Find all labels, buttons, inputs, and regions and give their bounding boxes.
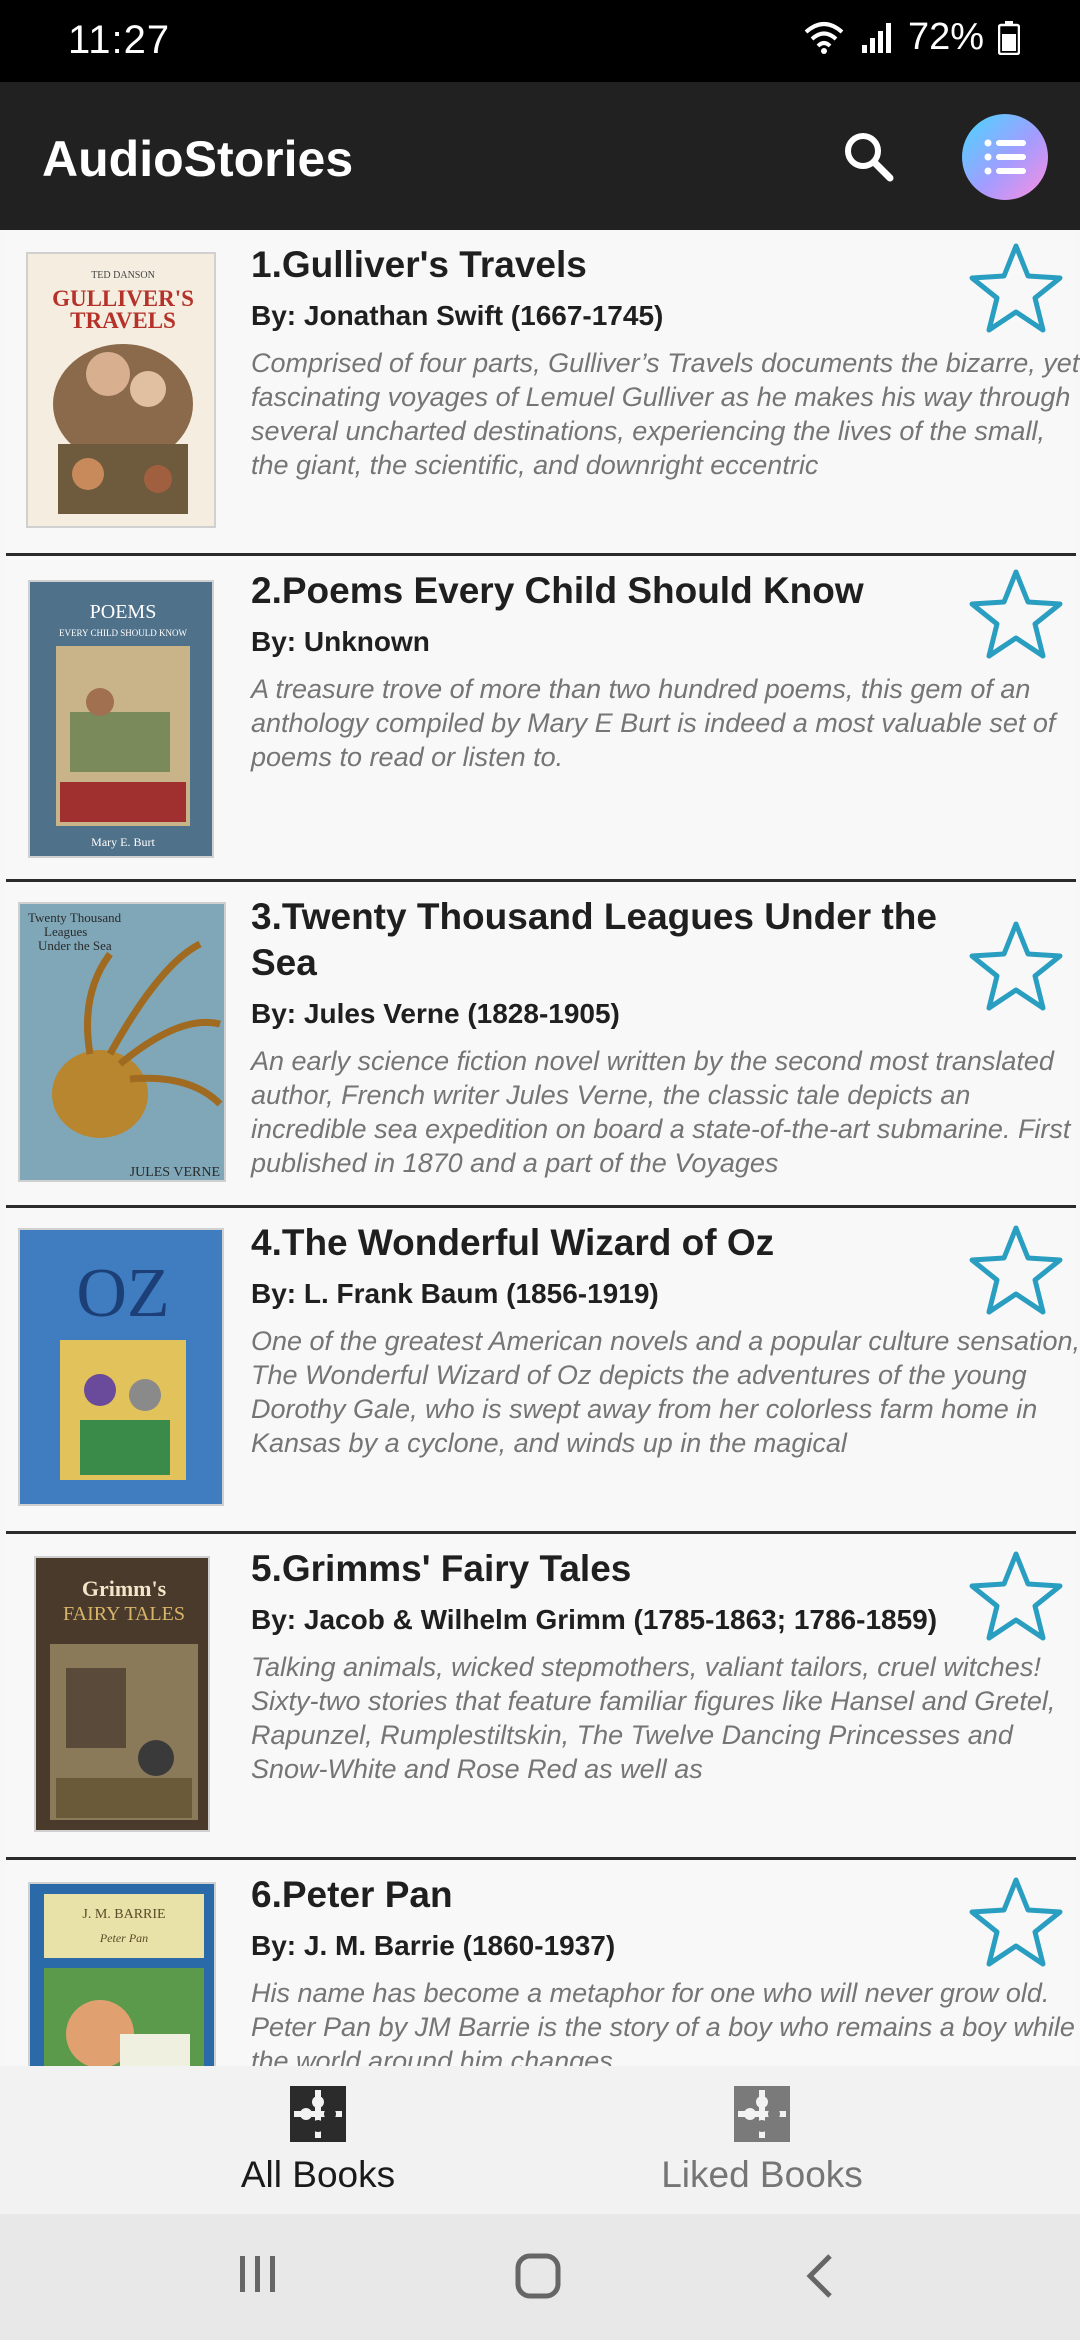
book-title: 4.The Wonderful Wizard of Oz xyxy=(251,1222,775,1263)
book-row[interactable]: J. M. BARRIE Peter Pan 6.Peter Pan By: J… xyxy=(6,1860,1076,2066)
book-title: 1.Gulliver's Travels xyxy=(251,244,587,285)
book-title: 2.Poems Every Child Should Know xyxy=(251,570,864,611)
nav-liked-books[interactable]: Liked Books xyxy=(492,2066,1032,2214)
status-bar: 11:27 72% xyxy=(0,0,1080,82)
favorite-button[interactable] xyxy=(968,1874,1064,1970)
star-outline-icon xyxy=(969,1551,1063,1641)
book-cover-image: J. M. BARRIE Peter Pan xyxy=(28,1882,216,2066)
book-description: Comprised of four parts, Gulliver’s Trav… xyxy=(251,348,1080,480)
cover-author: JULES VERNE xyxy=(130,1165,220,1180)
svg-text:Grimm's: Grimm's xyxy=(82,1576,167,1601)
puzzle-icon xyxy=(290,2086,346,2142)
book-row[interactable]: TED DANSON GULLIVER'S TRAVELS 1.Gulliver… xyxy=(6,230,1079,556)
book-title: 6.Peter Pan xyxy=(251,1874,453,1915)
svg-text:TRAVELS: TRAVELS xyxy=(70,308,176,333)
bottom-navigation: All Books Liked Books xyxy=(0,2066,1080,2214)
book-list[interactable]: TED DANSON GULLIVER'S TRAVELS 1.Gulliver… xyxy=(0,230,1080,2066)
book-cover-image: Grimm's FAIRY TALES xyxy=(34,1556,210,1832)
favorite-button[interactable] xyxy=(968,1548,1064,1644)
wifi-icon xyxy=(802,20,846,56)
status-time: 11:27 xyxy=(68,18,171,62)
book-cover-image: TED DANSON GULLIVER'S TRAVELS xyxy=(26,252,216,528)
book-row[interactable]: Twenty Thousand Leagues Under the Sea JU… xyxy=(6,882,1076,1208)
book-author: By: L. Frank Baum (1856-1919) xyxy=(251,1278,659,1309)
book-author: By: Jonathan Swift (1667-1745) xyxy=(251,300,664,331)
search-button[interactable] xyxy=(838,126,900,188)
search-icon xyxy=(845,133,894,182)
book-title: 5.Grimms' Fairy Tales xyxy=(251,1548,632,1589)
star-outline-icon xyxy=(969,1225,1063,1315)
star-outline-icon xyxy=(969,243,1063,333)
battery-percent: 72% xyxy=(907,16,984,58)
cover-author: Mary E. Burt xyxy=(91,835,155,849)
cover-subtext: EVERY CHILD SHOULD KNOW xyxy=(59,628,187,638)
back-icon[interactable] xyxy=(800,2252,840,2300)
recent-apps-icon[interactable] xyxy=(236,2252,280,2296)
list-menu-icon xyxy=(984,139,1026,175)
nav-label: Liked Books xyxy=(661,2154,863,2195)
cover-subtext: TED DANSON xyxy=(91,270,155,281)
svg-text:Under the Sea: Under the Sea xyxy=(38,938,112,953)
puzzle-icon xyxy=(734,2086,790,2142)
book-description: An early science fiction novel written b… xyxy=(251,1046,1071,1178)
book-cover-image: OZ xyxy=(18,1228,224,1506)
favorite-button[interactable] xyxy=(968,1222,1064,1318)
book-row[interactable]: Grimm's FAIRY TALES 5.Grimms' Fairy Tale… xyxy=(6,1534,1076,1860)
svg-text:Twenty Thousand: Twenty Thousand xyxy=(28,910,122,925)
book-author: By: Jacob & Wilhelm Grimm (1785-1863; 17… xyxy=(251,1604,938,1635)
book-author: By: Jules Verne (1828-1905) xyxy=(251,998,620,1029)
app-title: AudioStories xyxy=(42,131,354,187)
svg-text:Leagues: Leagues xyxy=(44,924,87,939)
book-author: By: Unknown xyxy=(251,626,430,657)
star-outline-icon xyxy=(969,921,1063,1011)
svg-text:FAIRY TALES: FAIRY TALES xyxy=(63,1603,185,1625)
star-outline-icon xyxy=(969,1877,1063,1967)
cover-title: POEMS xyxy=(90,601,157,623)
cover-title: Peter Pan xyxy=(99,1931,148,1945)
system-navigation-bar xyxy=(0,2214,1080,2340)
book-title: 3.Twenty Thousand Leagues Under the Sea xyxy=(251,896,937,983)
favorite-button[interactable] xyxy=(968,566,1064,662)
book-author: By: J. M. Barrie (1860-1937) xyxy=(251,1930,616,1961)
book-row[interactable]: OZ 4.The Wonderful Wizard of Oz By: L. F… xyxy=(6,1208,1080,1534)
cover-author: J. M. BARRIE xyxy=(82,1907,165,1922)
menu-button[interactable] xyxy=(962,114,1048,200)
home-icon[interactable] xyxy=(514,2252,562,2300)
book-description: One of the greatest American novels and … xyxy=(251,1326,1080,1458)
book-cover-image: POEMS EVERY CHILD SHOULD KNOW Mary E. Bu… xyxy=(28,580,214,858)
book-description: Talking animals, wicked stepmothers, val… xyxy=(251,1652,1056,1784)
cover-title: OZ xyxy=(76,1255,169,1332)
battery-icon xyxy=(998,20,1020,55)
book-description: His name has become a metaphor for one w… xyxy=(251,1978,1075,2066)
book-description: A treasure trove of more than two hundre… xyxy=(251,674,1056,772)
book-row[interactable]: POEMS EVERY CHILD SHOULD KNOW Mary E. Bu… xyxy=(6,556,1076,882)
app-bar: AudioStories xyxy=(0,82,1080,230)
signal-icon xyxy=(860,21,894,55)
favorite-button[interactable] xyxy=(968,240,1064,336)
star-outline-icon xyxy=(969,569,1063,659)
book-cover-image: Twenty Thousand Leagues Under the Sea JU… xyxy=(18,902,226,1182)
favorite-button[interactable] xyxy=(968,918,1064,1014)
status-icons: 72% xyxy=(802,16,1020,59)
